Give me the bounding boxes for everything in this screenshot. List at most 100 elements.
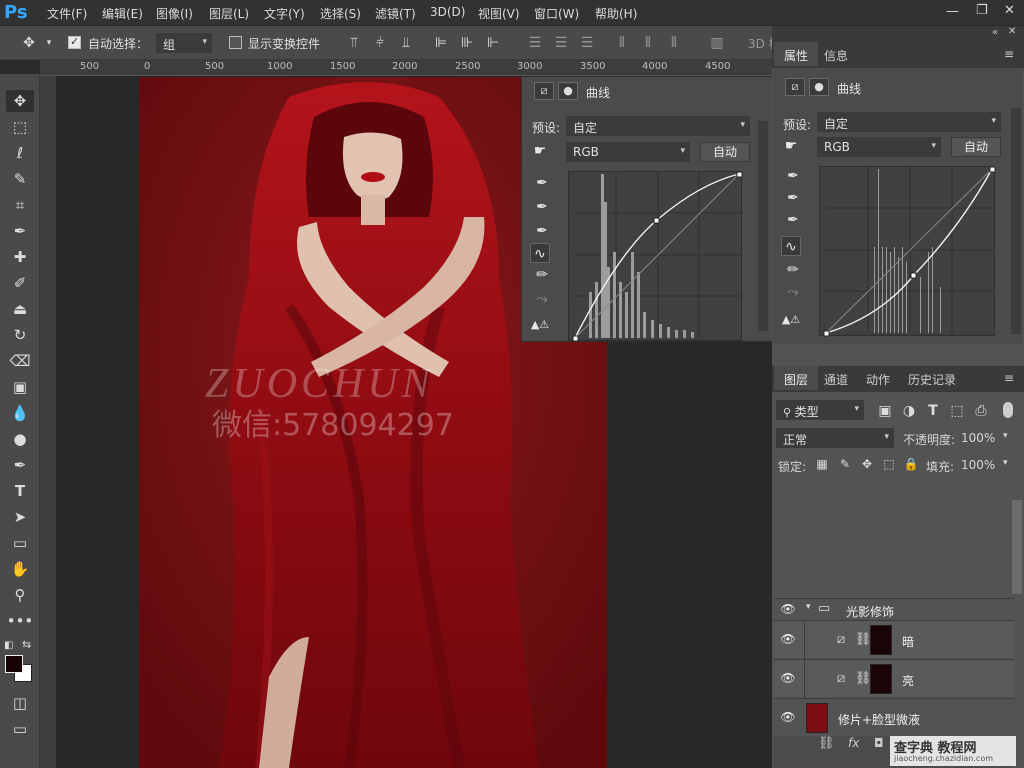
auto-select-dropdown[interactable]: 组 ▾ [156,33,212,53]
align-left-icon[interactable]: ⊫ [432,34,450,52]
blend-mode-dropdown[interactable]: 正常 ▾ [776,428,894,448]
menu-select[interactable]: 选择(S) [320,5,361,22]
menu-edit[interactable]: 编辑(E) [102,5,143,22]
add-mask-icon[interactable]: ◘ [874,736,884,750]
filter-shape-icon[interactable]: ⬚ [948,402,966,420]
panel-scrollbar[interactable] [1011,108,1021,334]
filter-pixel-icon[interactable]: ▣ [876,402,894,420]
layer-mask-thumbnail[interactable] [870,664,892,694]
close-icon[interactable]: ✕ [1008,26,1016,37]
swap-colors-icon[interactable]: ⇆ [22,638,31,651]
smooth-curve-icon[interactable]: ⤳ [783,282,803,302]
eye-icon[interactable]: 👁 [780,632,796,646]
targeted-adjust-icon[interactable]: ☛ [530,141,550,161]
mask-icon[interactable]: ● [558,82,578,100]
collapse-icon[interactable]: « [992,27,998,38]
panel-scrollbar[interactable] [758,121,768,331]
panel-menu-icon[interactable]: ≡ [1004,371,1014,385]
default-colors-icon[interactable]: ◧ [4,640,13,651]
minimize-icon[interactable]: — [946,4,959,19]
chevron-down-icon[interactable]: ▾ [1003,458,1008,468]
align-right-icon[interactable]: ⊩ [484,34,502,52]
auto-align-icon[interactable]: ▥ [708,34,726,52]
lock-artboard-icon[interactable]: ⬚ [880,455,898,473]
auto-button[interactable]: 自动 [700,142,750,162]
layer-filter-dropdown[interactable]: ⚲ 类型 ▾ [776,400,864,420]
auto-select-checkbox[interactable] [68,35,81,49]
chevron-down-icon[interactable]: ▾ [1003,431,1008,441]
tab-actions[interactable]: 动作 [856,366,900,390]
filter-smart-object-icon[interactable]: ⎙ [972,402,990,420]
lock-transparent-icon[interactable]: ▦ [813,455,831,473]
layers-scrollbar[interactable] [1012,500,1022,594]
marquee-tool-icon[interactable]: ⬚ [6,116,34,138]
black-point-eyedropper-icon[interactable]: ✒ [532,173,552,193]
fx-icon[interactable]: fx [848,736,859,750]
filter-toggle[interactable] [1003,402,1013,418]
gray-point-eyedropper-icon[interactable]: ✒ [532,197,552,217]
rectangle-tool-icon[interactable]: ▭ [6,532,34,554]
show-transform-checkbox[interactable] [229,36,242,49]
black-point-eyedropper-icon[interactable]: ✒ [783,166,803,186]
brush-tool-icon[interactable]: ✐ [6,272,34,294]
menu-window[interactable]: 窗口(W) [534,5,579,22]
eye-icon[interactable]: 👁 [780,671,796,685]
dodge-tool-icon[interactable]: ● [6,428,34,450]
distribute-top-icon[interactable]: ☰ [526,34,544,52]
opacity-value[interactable]: 100% [961,431,995,445]
menu-file[interactable]: 文件(F) [47,5,87,22]
lock-all-icon[interactable]: 🔒 [902,455,920,473]
chevron-down-icon[interactable]: ▾ [806,602,811,612]
layer-row[interactable]: 👁 ⧄ ⛓ 暗 [774,620,1014,659]
menu-type[interactable]: 文字(Y) [264,5,305,22]
panel-menu-icon[interactable]: ≡ [1004,47,1014,61]
distribute-left-icon[interactable]: ⦀ [613,34,631,52]
layer-group-row[interactable]: 👁 ▾ ▭ 光影修饰 [774,598,1014,620]
link-layers-icon[interactable]: ⛓ [818,736,835,751]
gray-point-eyedropper-icon[interactable]: ✒ [783,188,803,208]
chevron-down-icon[interactable]: ▾ [40,34,58,52]
history-brush-tool-icon[interactable]: ↻ [6,324,34,346]
foreground-color-swatch[interactable] [5,655,23,673]
healing-brush-tool-icon[interactable]: ✚ [6,246,34,268]
auto-button[interactable]: 自动 [951,137,1001,157]
filter-adjustment-icon[interactable]: ◑ [900,402,918,420]
smooth-curve-icon[interactable]: ⤳ [532,289,552,309]
menu-image[interactable]: 图像(I) [156,5,193,22]
distribute-right-icon[interactable]: ⦀ [665,34,683,52]
align-vcenter-icon[interactable]: ⫩ [371,34,389,52]
eraser-tool-icon[interactable]: ⌫ [6,350,34,372]
menu-view[interactable]: 视图(V) [478,5,520,22]
targeted-adjust-icon[interactable]: ☛ [781,136,801,156]
curve-edit-icon[interactable]: ∿ [781,236,801,256]
gradient-tool-icon[interactable]: ▣ [6,376,34,398]
lock-image-icon[interactable]: ✎ [836,455,854,473]
channel-dropdown[interactable]: RGB ▾ [817,137,941,157]
tab-layers[interactable]: 图层 [774,366,819,390]
preset-dropdown[interactable]: 自定 ▾ [817,112,1001,132]
white-point-eyedropper-icon[interactable]: ✒ [532,221,552,241]
tab-channels[interactable]: 通道 [814,366,858,390]
align-bottom-icon[interactable]: ⫫ [397,34,415,52]
clipping-warning-icon[interactable]: ▲⚠ [530,315,550,335]
curves-graph[interactable] [819,166,996,337]
crop-tool-icon[interactable]: ⌗ [6,194,34,216]
channel-dropdown[interactable]: RGB ▾ [566,142,690,162]
zoom-tool-icon[interactable]: ⚲ [6,584,34,606]
eye-icon[interactable]: 👁 [780,602,796,616]
mask-icon[interactable]: ● [809,78,829,96]
restore-icon[interactable]: ❐ [976,3,988,18]
align-top-icon[interactable]: ⫪ [345,34,363,52]
layer-thumbnail[interactable] [806,703,828,733]
distribute-hcenter-icon[interactable]: ⦀ [639,34,657,52]
move-tool-icon[interactable]: ✥ [6,90,34,112]
quick-mask-icon[interactable]: ◫ [6,692,34,714]
pencil-draw-icon[interactable]: ✏ [532,265,552,285]
distribute-vcenter-icon[interactable]: ☰ [552,34,570,52]
path-select-tool-icon[interactable]: ➤ [6,506,34,528]
curves-graph[interactable] [568,171,743,342]
clone-stamp-tool-icon[interactable]: ⏏ [6,298,34,320]
layer-mask-thumbnail[interactable] [870,625,892,655]
screen-mode-icon[interactable]: ▭ [6,718,34,740]
filter-type-icon[interactable]: T [924,402,942,420]
